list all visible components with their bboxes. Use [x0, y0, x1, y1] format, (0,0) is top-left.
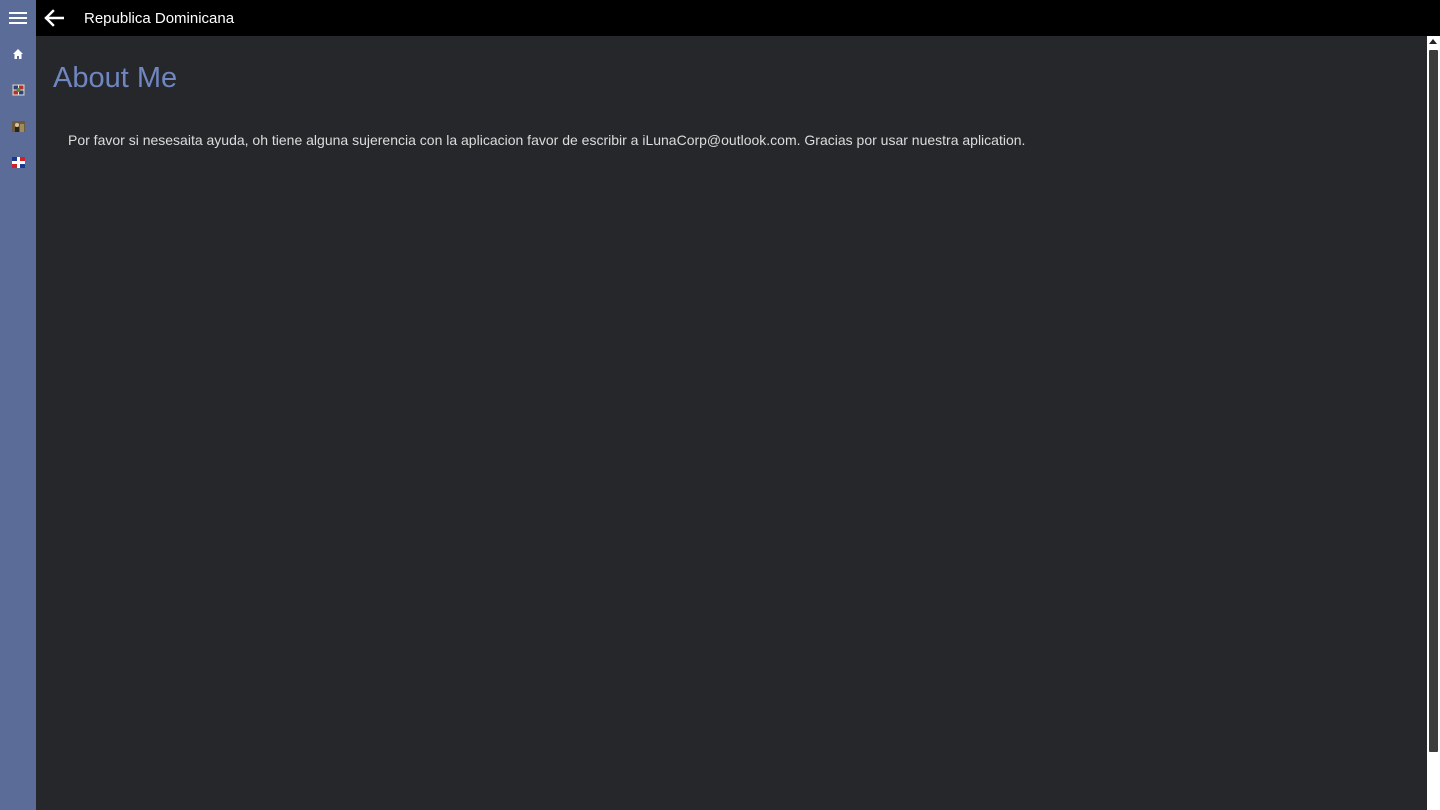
- page-title: About Me: [53, 62, 178, 94]
- sidebar-item-coat-of-arms[interactable]: [0, 72, 36, 108]
- about-text: Por favor si nesesaita ayuda, oh tiene a…: [68, 132, 1026, 148]
- back-arrow-icon: [44, 9, 64, 27]
- scroll-up-icon[interactable]: [1429, 39, 1437, 44]
- sidebar: [0, 36, 36, 810]
- scroll-thumb[interactable]: [1429, 50, 1438, 752]
- vertical-scrollbar[interactable]: [1427, 36, 1440, 810]
- sidebar-item-portrait[interactable]: [0, 108, 36, 144]
- portrait-icon: [11, 120, 25, 132]
- sidebar-item-home[interactable]: [0, 36, 36, 72]
- hamburger-menu-icon: [9, 9, 27, 27]
- sidebar-item-flag[interactable]: [0, 144, 36, 180]
- back-button[interactable]: [40, 5, 68, 31]
- main-content: About Me Por favor si nesesaita ayuda, o…: [36, 36, 1427, 810]
- dominican-flag-icon: [11, 156, 25, 168]
- home-icon: [13, 49, 23, 59]
- coat-of-arms-icon: [11, 84, 25, 96]
- hamburger-menu-button[interactable]: [0, 0, 36, 36]
- app-title: Republica Dominicana: [84, 10, 235, 27]
- title-bar: Republica Dominicana: [0, 0, 1440, 36]
